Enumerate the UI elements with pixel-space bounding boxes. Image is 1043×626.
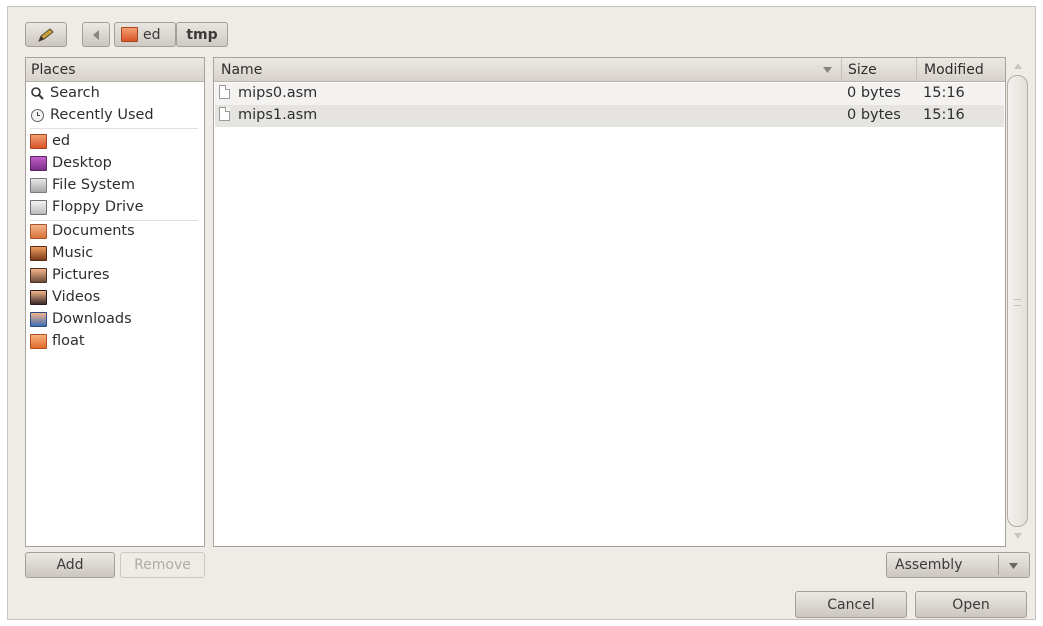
sidebar-item-pictures[interactable]: Pictures: [30, 264, 109, 286]
back-arrow-icon: [93, 29, 99, 40]
places-sidebar: Places Search Recently Used ed Desktop F…: [25, 57, 205, 547]
column-label-modified: Modified: [924, 61, 984, 78]
sidebar-item-label: Search: [50, 85, 100, 101]
sidebar-item-recently-used[interactable]: Recently Used: [30, 104, 154, 126]
sidebar-item-music[interactable]: Music: [30, 242, 93, 264]
home-folder-icon: [30, 133, 47, 149]
sidebar-item-label: Music: [52, 245, 94, 261]
file-size: 0 bytes: [847, 85, 901, 101]
scrollbar-grip: [1014, 299, 1021, 306]
file-modified: 15:16: [923, 85, 965, 101]
magnifier-icon: [31, 86, 44, 100]
music-folder-icon: [30, 245, 47, 261]
downloads-folder-icon: [30, 311, 47, 327]
documents-folder-icon: [30, 223, 47, 239]
table-row[interactable]: mips1.asm 0 bytes 15:16: [215, 105, 1004, 127]
path-label-ed: ed: [143, 26, 161, 43]
table-row[interactable]: mips0.asm 0 bytes 15:16: [215, 83, 1004, 105]
open-button-label: Open: [952, 596, 990, 613]
file-chooser-dialog: ed tmp Places Search Recently Used ed De…: [7, 6, 1036, 620]
sidebar-item-label: File System: [52, 177, 135, 193]
text-file-icon: [219, 85, 230, 99]
path-label-tmp: tmp: [186, 26, 218, 43]
cancel-button[interactable]: Cancel: [795, 591, 907, 618]
sidebar-item-label: Downloads: [52, 311, 132, 327]
places-header[interactable]: Places: [26, 58, 204, 82]
places-separator: [30, 128, 198, 129]
sidebar-item-downloads[interactable]: Downloads: [30, 308, 132, 330]
videos-folder-icon: [30, 289, 47, 305]
sidebar-item-ed[interactable]: ed: [30, 130, 70, 152]
text-file-icon: [219, 107, 230, 121]
pencil-icon: [38, 27, 54, 42]
file-list: Name Size Modified mips0.asm 0 bytes 15:…: [213, 57, 1006, 547]
edit-location-button[interactable]: [25, 22, 67, 47]
sidebar-item-documents[interactable]: Documents: [30, 220, 135, 242]
sidebar-item-label: Videos: [52, 289, 101, 305]
file-type-filter-select[interactable]: Assembly: [886, 552, 1030, 578]
clock-icon: [31, 108, 44, 122]
sidebar-item-label: Floppy Drive: [52, 199, 144, 215]
desktop-icon: [30, 155, 47, 171]
filter-selected-label: Assembly: [895, 557, 963, 573]
column-label-name: Name: [221, 61, 263, 78]
drive-icon: [30, 177, 47, 193]
file-name: mips1.asm: [238, 107, 318, 123]
sidebar-item-desktop[interactable]: Desktop: [30, 152, 112, 174]
sidebar-item-label: Documents: [52, 223, 135, 239]
sidebar-item-label: Recently Used: [50, 107, 154, 123]
pictures-folder-icon: [30, 267, 47, 283]
scroll-down-icon: [1014, 533, 1022, 539]
column-header-modified[interactable]: Modified: [917, 58, 1005, 82]
column-header-name[interactable]: Name: [214, 58, 841, 82]
folder-icon: [30, 333, 47, 349]
open-button[interactable]: Open: [915, 591, 1027, 618]
cancel-button-label: Cancel: [827, 596, 875, 613]
column-header-size[interactable]: Size: [842, 58, 916, 82]
path-back-button[interactable]: [82, 22, 110, 47]
sidebar-item-label: float: [52, 333, 85, 349]
sidebar-item-label: ed: [52, 133, 71, 149]
home-folder-icon: [121, 27, 138, 42]
file-name: mips0.asm: [238, 85, 318, 101]
chevron-down-icon: [1009, 563, 1018, 569]
column-label-size: Size: [848, 61, 877, 78]
sidebar-item-label: Desktop: [52, 155, 112, 171]
path-button-ed[interactable]: ed: [114, 22, 176, 47]
sidebar-item-file-system[interactable]: File System: [30, 174, 135, 196]
path-button-tmp[interactable]: tmp: [176, 22, 228, 47]
sidebar-item-videos[interactable]: Videos: [30, 286, 100, 308]
sidebar-item-float[interactable]: float: [30, 330, 85, 352]
pane-splitter[interactable]: [206, 57, 213, 547]
add-button-label: Add: [56, 557, 84, 573]
add-bookmark-button[interactable]: Add: [25, 552, 115, 578]
scroll-up-icon: [1014, 63, 1022, 69]
places-header-label: Places: [31, 61, 76, 78]
sidebar-item-search[interactable]: Search: [30, 82, 100, 104]
filter-divider: [998, 555, 999, 575]
file-modified: 15:16: [923, 107, 965, 123]
remove-bookmark-button[interactable]: Remove: [120, 552, 205, 578]
sort-arrow-icon: [823, 67, 832, 73]
sidebar-item-label: Pictures: [52, 267, 110, 283]
remove-button-label: Remove: [134, 557, 191, 573]
vertical-scrollbar[interactable]: [1007, 57, 1028, 547]
file-size: 0 bytes: [847, 107, 901, 123]
sidebar-item-floppy-drive[interactable]: Floppy Drive: [30, 196, 144, 218]
floppy-icon: [30, 199, 47, 215]
